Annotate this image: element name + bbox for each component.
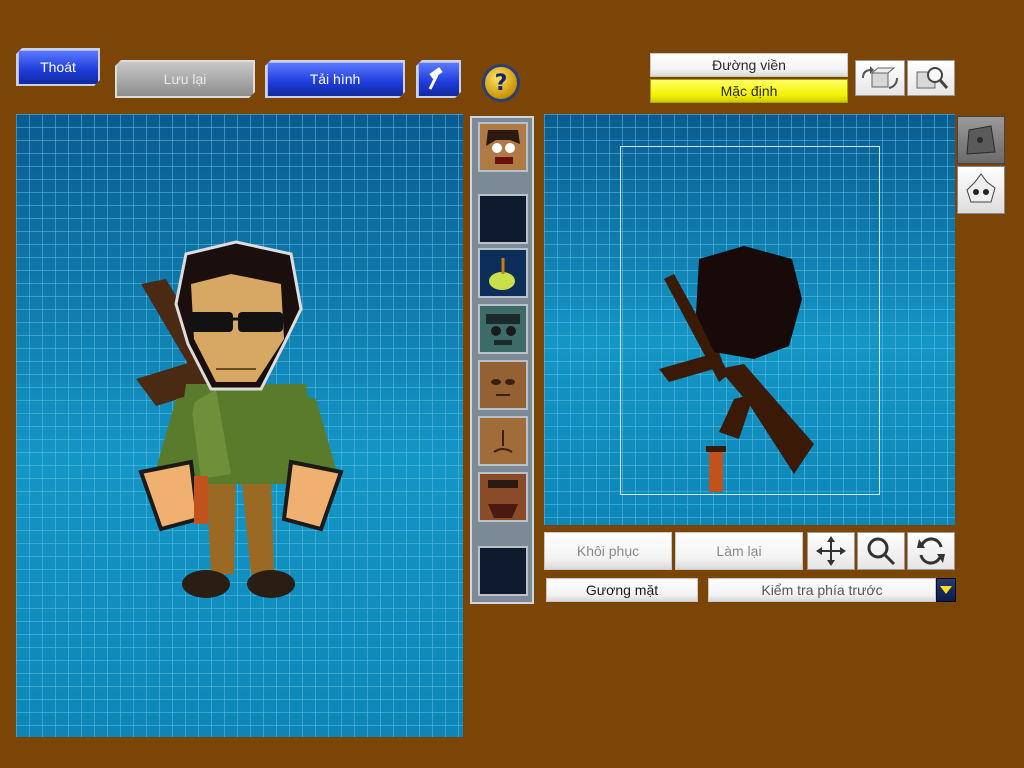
magnifier-icon <box>867 537 896 566</box>
rotate-3d-button[interactable] <box>855 60 905 96</box>
outline-label[interactable]: Đường viền <box>650 53 848 77</box>
move-arrows-icon <box>816 536 846 566</box>
view-select[interactable]: Kiểm tra phía trước <box>708 578 936 602</box>
save-button[interactable]: Lưu lại <box>115 60 255 98</box>
silhouette-figure <box>659 246 814 492</box>
load-image-button[interactable]: Tải hình <box>265 60 405 98</box>
ghost-tool-button[interactable] <box>957 166 1005 214</box>
face-slot-bearded[interactable] <box>478 472 528 522</box>
empty-slot-2[interactable] <box>478 546 528 596</box>
magnify-button[interactable] <box>857 532 905 570</box>
view-select-dropdown[interactable] <box>936 578 956 602</box>
zoom-button[interactable] <box>907 60 955 96</box>
face-slot-brown-1[interactable] <box>478 360 528 410</box>
help-icon: ? <box>494 70 508 96</box>
face-slot-brown-2[interactable] <box>478 416 528 466</box>
green-face-icon <box>480 306 526 352</box>
empty-slot-1[interactable] <box>478 194 528 244</box>
zoom-icon <box>916 67 949 89</box>
character-preview <box>16 114 463 737</box>
stone-tool-button[interactable] <box>957 116 1005 164</box>
angry-face-icon <box>480 124 526 170</box>
exit-button[interactable]: Thoát <box>16 48 100 86</box>
stone-icon <box>966 125 996 155</box>
restore-button[interactable]: Khôi phục <box>544 532 672 570</box>
bearded-face-icon <box>480 474 526 520</box>
brown-face-2-icon <box>480 418 526 464</box>
default-option[interactable]: Mặc định <box>650 79 848 103</box>
rotate-3d-icon <box>862 66 898 89</box>
chevron-down-icon <box>940 586 952 594</box>
face-slot-green[interactable] <box>478 304 528 354</box>
bomb-icon <box>489 258 515 290</box>
refresh-icon <box>917 537 945 565</box>
move-button[interactable] <box>807 532 855 570</box>
help-button[interactable]: ? <box>482 64 520 102</box>
refresh-button[interactable] <box>907 532 955 570</box>
hammer-button[interactable] <box>416 60 461 98</box>
hammer-icon <box>426 66 452 92</box>
redo-button[interactable]: Làm lại <box>675 532 803 570</box>
face-slot-angry[interactable] <box>478 122 528 172</box>
item-slot-bomb[interactable] <box>478 248 528 298</box>
parts-strip <box>470 116 534 604</box>
edit-canvas[interactable] <box>544 114 955 525</box>
character-figure <box>136 240 344 598</box>
ghost-icon <box>966 173 996 203</box>
brown-face-1-icon <box>480 362 526 408</box>
mirror-face-button[interactable]: Gương mặt <box>546 578 698 602</box>
